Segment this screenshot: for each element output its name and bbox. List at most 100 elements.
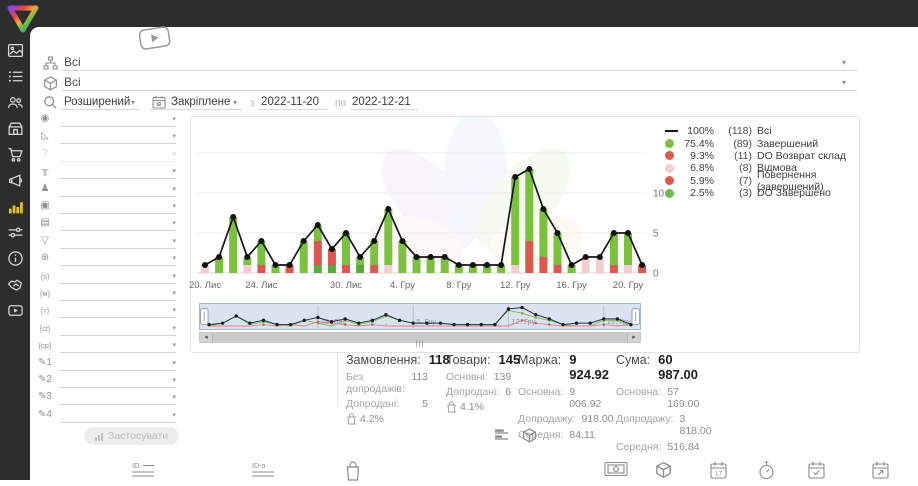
chevron-down-icon[interactable]: ▾ [172, 254, 176, 262]
filter-select[interactable]: ▾ [60, 199, 176, 214]
filter-select[interactable]: ▾ [60, 182, 176, 197]
data-point [315, 222, 321, 228]
scroll-right-icon[interactable]: ▸ [628, 333, 640, 342]
chevron-down-icon[interactable]: ▾ [172, 185, 176, 193]
chevron-down-icon[interactable]: ▾ [172, 359, 176, 367]
filter-select[interactable]: ▾ [60, 286, 176, 301]
filter-select[interactable]: ▾ [60, 390, 176, 405]
status-m-icon: {м} [36, 289, 54, 298]
data-point [329, 246, 335, 252]
legend-item[interactable]: 2.5%(3)DO Завершено [665, 187, 857, 199]
id-list-icon[interactable]: ID [131, 461, 157, 486]
stats-list-toggle[interactable] [494, 428, 510, 447]
filter-select[interactable]: ▾ [60, 251, 176, 266]
bag-icon[interactable] [345, 461, 361, 486]
chevron-down-icon[interactable]: ▾ [172, 167, 176, 175]
total-line[interactable] [202, 166, 645, 268]
chevron-down-icon[interactable]: ▾ [172, 219, 176, 227]
filter-select[interactable]: ▾ [60, 164, 176, 179]
source-filter-select[interactable]: Всі [64, 55, 81, 69]
chevron-down-icon[interactable]: ▾ [131, 98, 135, 107]
summary-sub-value: 918.00 [581, 413, 613, 425]
data-point [343, 230, 349, 236]
filter-select[interactable]: ▾ [60, 321, 176, 336]
filter-select[interactable]: ▾ [60, 112, 176, 127]
chevron-down-icon[interactable]: ▾ [172, 272, 176, 280]
orders-chart-canvas[interactable]: 051020. Лис24. Лис30. Лис4. Гру8. Гру12.… [195, 123, 665, 301]
filter-select[interactable]: ▾ [60, 269, 176, 284]
svg-text:4. Гру: 4. Гру [390, 280, 415, 291]
sidebar-item-dashboard[interactable] [7, 42, 24, 59]
sidebar-item-orders[interactable] [7, 68, 24, 85]
period-mode-select[interactable]: Закріплене [171, 96, 230, 108]
filter-select[interactable]: ▾ [60, 408, 176, 423]
calendar-date-icon[interactable]: 17 [710, 461, 727, 484]
package-icon [43, 76, 58, 96]
chevron-down-icon[interactable]: ▾ [172, 376, 176, 384]
upsell-bag-icon: x [346, 413, 357, 425]
bar-segment [370, 265, 378, 273]
filter-select[interactable]: ▾ [60, 234, 176, 249]
chevron-down-icon[interactable]: ▾ [172, 115, 176, 123]
legend-percent: 75.4% [678, 138, 714, 150]
legend-percent: 100% [678, 125, 714, 137]
svg-text:0: 0 [653, 269, 659, 280]
chevron-down-icon[interactable]: ▾ [233, 98, 237, 107]
search-mode-select[interactable]: Розширений [64, 96, 130, 108]
legend-item[interactable]: 75.4%(89)Завершений [665, 137, 857, 149]
filter-select[interactable]: ▾ [60, 303, 176, 318]
chevron-down-icon[interactable]: ▾ [172, 341, 176, 349]
date-from-input[interactable]: 2022-11-20 [261, 96, 319, 108]
legend-item[interactable]: 9.3%(11)DO Возврат склад [665, 150, 857, 162]
filter-select[interactable]: ▾ [60, 356, 176, 371]
navigator-handle-right[interactable] [632, 309, 640, 325]
chevron-down-icon[interactable]: ▾ [172, 393, 176, 401]
summary-divider [337, 355, 338, 407]
chevron-down-icon[interactable]: ▾ [172, 324, 176, 332]
chevron-down-icon[interactable]: ▾ [172, 289, 176, 297]
chevron-down-icon[interactable]: ▾ [172, 150, 176, 158]
filter-select[interactable]: ▾ [60, 338, 176, 353]
stopwatch-icon[interactable] [758, 461, 775, 485]
filter-row-question: ?▾ [0, 147, 190, 164]
chevron-down-icon[interactable]: ▾ [172, 237, 176, 245]
filter-select[interactable]: ▾ [60, 129, 176, 144]
bar-segment [624, 265, 632, 273]
legend: 100%(118)Всі75.4%(89)Завершений9.3%(11)D… [665, 125, 857, 199]
package-icon[interactable] [655, 461, 672, 484]
sidebar-item-clients[interactable] [7, 94, 24, 111]
apply-button[interactable]: Застосувати [84, 427, 179, 445]
filter-row-status-cp: {cp}▾ [0, 338, 190, 355]
scroll-thumb[interactable]: ||| [212, 333, 628, 342]
calendar-export-icon[interactable] [872, 461, 889, 484]
product-filter-select[interactable]: Всі [64, 75, 81, 89]
navigator-handle-left[interactable] [201, 309, 209, 325]
data-point [555, 230, 561, 236]
filter-select[interactable]: ▾ [60, 147, 176, 162]
id-offers-icon[interactable]: ID-o [251, 461, 277, 486]
chevron-down-icon[interactable]: ▾ [172, 306, 176, 314]
chart-scrollbar[interactable]: ◂ ||| ▸ [199, 332, 641, 343]
chart-navigator[interactable]: 28. Лис5. Гру12. Гру19. Гру [199, 303, 641, 330]
chevron-down-icon[interactable]: ▾ [172, 132, 176, 140]
calendar-check-icon[interactable] [808, 461, 825, 484]
products-toggle[interactable] [522, 428, 537, 448]
data-point [202, 262, 208, 268]
brand-logo-icon[interactable] [4, 2, 42, 36]
scroll-left-icon[interactable]: ◂ [200, 333, 212, 342]
bar-segment [384, 265, 392, 273]
filter-select[interactable]: ▾ [60, 373, 176, 388]
chevron-down-icon[interactable]: ▾ [842, 58, 846, 67]
play-video-button[interactable] [137, 25, 173, 57]
chevron-down-icon[interactable]: ▾ [172, 202, 176, 210]
legend-item[interactable]: 5.9%(7)Повернення (завершений) [665, 175, 857, 187]
filter-select[interactable]: ▾ [60, 216, 176, 231]
chevron-down-icon[interactable]: ▾ [172, 411, 176, 419]
summary-title: Сума: [616, 353, 650, 367]
date-to-input[interactable]: 2022-12-21 [352, 96, 411, 108]
chevron-down-icon[interactable]: ▾ [842, 78, 846, 87]
legend-item[interactable]: 100%(118)Всі [665, 125, 857, 137]
data-point [216, 254, 222, 260]
sitemap-icon: ╥ [36, 165, 54, 176]
banknote-icon[interactable] [604, 461, 628, 482]
